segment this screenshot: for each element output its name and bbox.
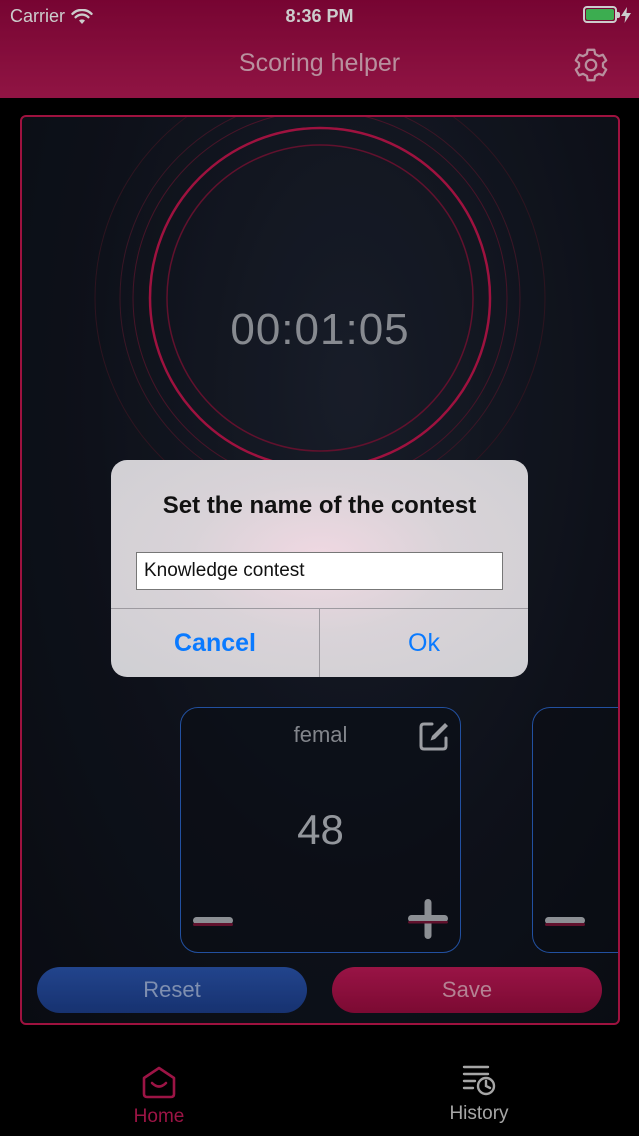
- ok-button[interactable]: Ok: [320, 609, 528, 677]
- contest-name-input[interactable]: [136, 552, 503, 590]
- contest-name-dialog: Set the name of the contest Cancel Ok: [111, 460, 528, 677]
- dialog-title: Set the name of the contest: [162, 492, 477, 519]
- cancel-button[interactable]: Cancel: [111, 609, 319, 677]
